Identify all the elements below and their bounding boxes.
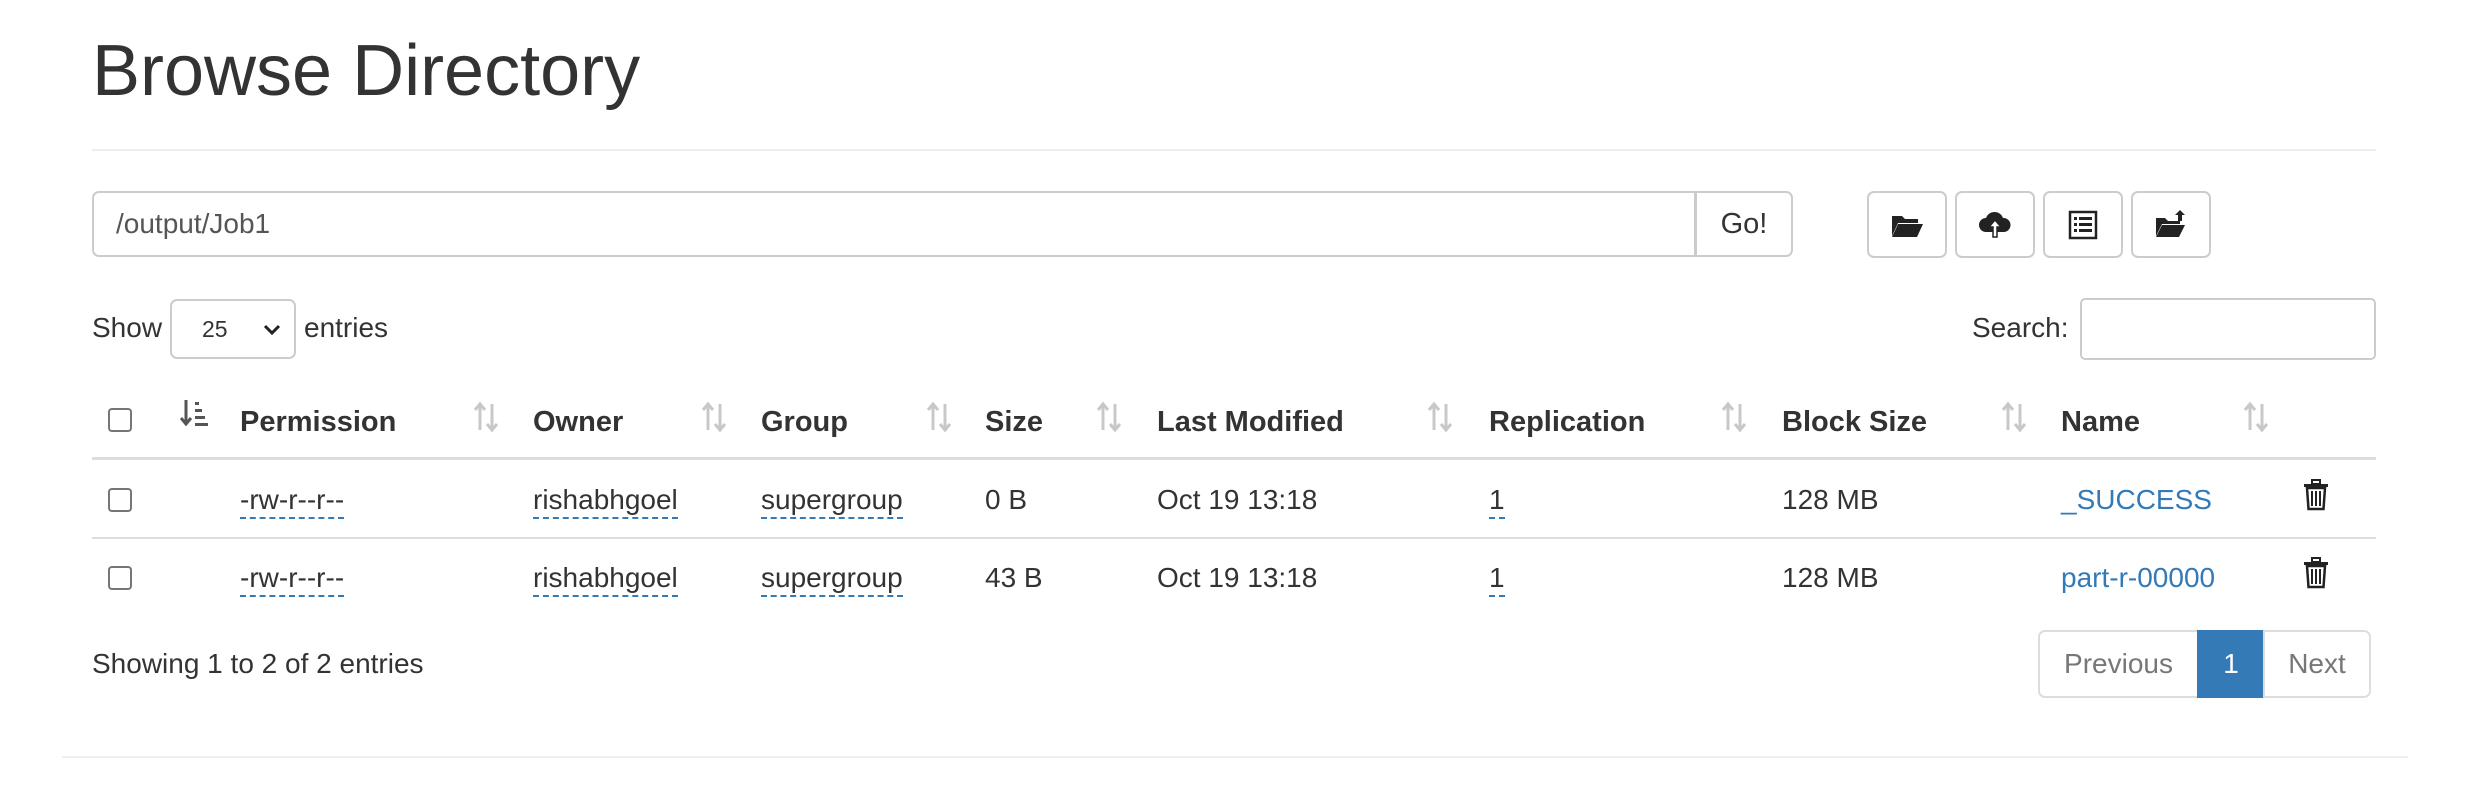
column-header-last-modified[interactable]: Last Modified <box>1157 406 1344 439</box>
column-header-name[interactable]: Name <box>2061 406 2140 439</box>
column-header-owner[interactable]: Owner <box>533 406 623 439</box>
search-input[interactable] <box>2080 298 2376 360</box>
file-name-link[interactable]: _SUCCESS <box>2061 484 2212 516</box>
next-page-button[interactable]: Next <box>2263 630 2371 698</box>
trash-icon[interactable] <box>2303 479 2329 511</box>
paste-folder-button[interactable] <box>2131 191 2211 258</box>
sort-both-icon[interactable] <box>925 400 955 434</box>
list-alt-icon <box>2068 210 2098 239</box>
row-select-checkbox[interactable] <box>108 566 132 590</box>
size-cell: 43 B <box>985 562 1043 593</box>
sort-ascending-icon[interactable] <box>180 398 210 432</box>
title-divider <box>92 149 2376 151</box>
entries-label: entries <box>304 312 389 343</box>
sort-both-icon[interactable] <box>700 400 730 434</box>
owner-cell[interactable]: rishabhgoel <box>533 484 678 519</box>
replication-cell[interactable]: 1 <box>1489 562 1505 597</box>
column-header-block-size[interactable]: Block Size <box>1782 406 1927 439</box>
folder-upload-icon <box>2156 209 2185 237</box>
row-divider <box>92 537 2376 539</box>
create-directory-button[interactable] <box>1867 191 1947 258</box>
row-select-checkbox[interactable] <box>108 488 132 512</box>
go-button[interactable]: Go! <box>1695 191 1793 257</box>
search-label: Search: <box>1972 312 2069 343</box>
page-1-button[interactable]: 1 <box>2197 630 2265 698</box>
pagination: Previous 1 Next <box>2038 630 2371 698</box>
owner-cell[interactable]: rishabhgoel <box>533 562 678 597</box>
previous-page-button[interactable]: Previous <box>2038 630 2199 698</box>
size-cell: 0 B <box>985 484 1028 515</box>
page-title: Browse Directory <box>92 31 641 111</box>
entries-selected-value: 25 <box>202 315 228 342</box>
cloud-upload-icon <box>1979 211 2011 238</box>
group-cell[interactable]: supergroup <box>761 484 903 519</box>
group-cell[interactable]: supergroup <box>761 562 903 597</box>
footer-divider <box>62 756 2408 758</box>
cut-paste-button[interactable] <box>2043 191 2123 258</box>
last-modified-cell: Oct 19 13:18 <box>1157 562 1318 593</box>
select-all-checkbox[interactable] <box>108 408 132 432</box>
sort-both-icon[interactable] <box>1095 400 1125 434</box>
sort-both-icon[interactable] <box>1426 400 1456 434</box>
file-name-link[interactable]: part-r-00000 <box>2061 562 2215 594</box>
upload-files-button[interactable] <box>1955 191 2035 258</box>
sort-both-icon[interactable] <box>2242 400 2272 434</box>
last-modified-cell: Oct 19 13:18 <box>1157 484 1318 515</box>
table-info: Showing 1 to 2 of 2 entries <box>92 648 424 679</box>
column-header-group[interactable]: Group <box>761 406 848 439</box>
block-size-cell: 128 MB <box>1782 562 1879 593</box>
table-header-divider <box>92 457 2376 460</box>
directory-path-input[interactable] <box>92 191 1696 257</box>
sort-both-icon[interactable] <box>1720 400 1750 434</box>
folder-open-icon <box>1892 215 1923 237</box>
show-label: Show <box>92 312 163 343</box>
permission-cell[interactable]: -rw-r--r-- <box>240 562 345 597</box>
replication-cell[interactable]: 1 <box>1489 484 1505 519</box>
block-size-cell: 128 MB <box>1782 484 1879 515</box>
trash-icon[interactable] <box>2303 557 2329 589</box>
chevron-down-icon <box>263 324 281 336</box>
column-header-size[interactable]: Size <box>985 406 1043 439</box>
entries-per-page-select[interactable]: 25 <box>170 299 296 359</box>
permission-cell[interactable]: -rw-r--r-- <box>240 484 345 519</box>
sort-both-icon[interactable] <box>2000 400 2030 434</box>
column-header-replication[interactable]: Replication <box>1489 406 1645 439</box>
sort-both-icon[interactable] <box>472 400 502 434</box>
column-header-permission[interactable]: Permission <box>240 406 396 439</box>
